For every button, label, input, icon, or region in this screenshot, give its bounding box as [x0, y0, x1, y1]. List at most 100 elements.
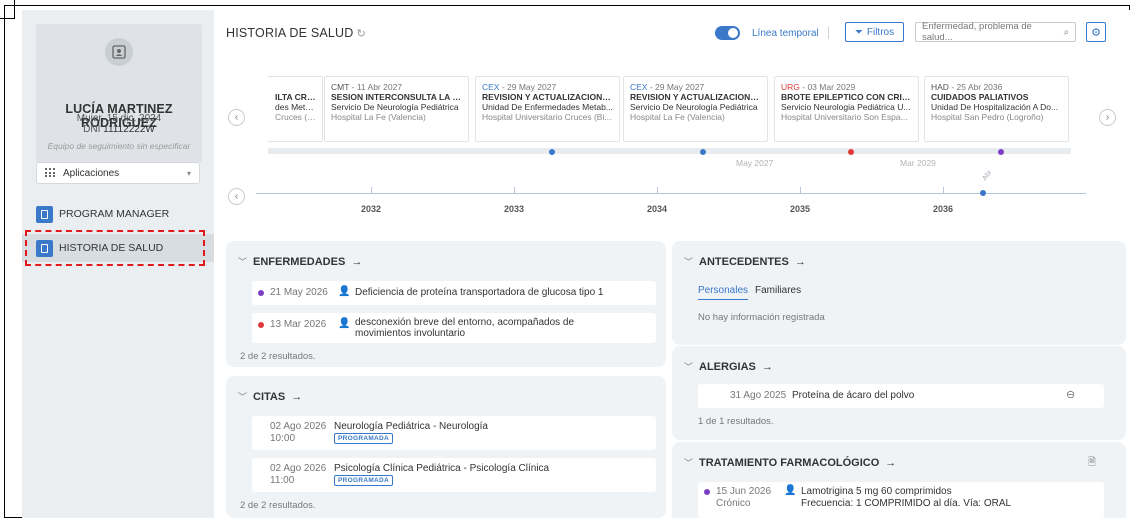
timeline-card[interactable]: ILTA CRUC... des Metab... Cruces (Bi... [268, 76, 323, 142]
card-code-type: HAD [931, 82, 949, 92]
minus-circle-icon[interactable]: ⊖ [1066, 388, 1075, 401]
search-input[interactable]: Enfermedad, problema de salud... ⌕ [915, 21, 1076, 43]
card-date: - 29 May 2027 [499, 82, 557, 92]
panel-title-text: TRATAMIENTO FARMACOLÓGICO [699, 456, 880, 469]
card-code [268, 82, 316, 92]
apps-dropdown-label: Aplicaciones [63, 167, 120, 179]
timeline-toggle[interactable] [715, 26, 740, 40]
card-code: CMT - 11 Abr 2027 [331, 82, 462, 92]
row-date: 15 Jun 2026 [716, 486, 772, 497]
arrow-right-icon: → [794, 255, 806, 268]
card-hospital: Cruces (Bi... [275, 112, 316, 122]
panel-title[interactable]: ﹀ ANTECEDENTES → [684, 255, 806, 268]
timeline-event-track [268, 148, 1071, 154]
timeline-card[interactable]: CMT - 11 Abr 2027 SESION INTERCONSULTA L… [324, 76, 469, 142]
person-icon: 👤 [338, 286, 351, 297]
status-dot [258, 322, 264, 328]
card-code-type: CEX [482, 82, 500, 92]
settings-button[interactable]: ⚙ [1086, 22, 1106, 42]
tab-personales[interactable]: Personales [698, 285, 749, 300]
person-icon: 👤 [338, 318, 351, 329]
card-service: des Metab... [275, 102, 316, 112]
row-text: Neurología Pediátrica - Neurología [334, 421, 488, 432]
event-dot[interactable] [998, 149, 1004, 155]
empty-message: No hay información registrada [698, 312, 825, 323]
card-code-type: CEX [630, 82, 648, 92]
list-item[interactable]: 15 Jun 2026 Crónico 👤 Lamotrigina 5 mg 6… [698, 482, 1104, 518]
timeline-card[interactable]: CEX - 29 May 2027 REVISION Y ACTUALIZACI… [623, 76, 768, 142]
chevron-left-icon: ‹ [234, 112, 239, 123]
timeline-toggle-label: Línea temporal [752, 28, 819, 39]
axis-event-dot[interactable] [980, 190, 986, 196]
card-date: - 25 Abr 2036 [948, 82, 1003, 92]
person-icon: 👤 [784, 485, 797, 496]
card-code-type: CMT [331, 82, 350, 92]
card-service: Servicio De Neurología Pediátrica [331, 102, 459, 112]
status-dot [258, 290, 264, 296]
id-badge-icon [112, 45, 126, 59]
card-title: CUIDADOS PALIATIVOS [931, 92, 1029, 102]
card-code: CEX - 29 May 2027 [482, 82, 613, 92]
event-dot[interactable] [848, 149, 854, 155]
row-text: Psicología Clínica Pediátrica - Psicolog… [334, 463, 550, 474]
panel-antecedentes: ﹀ ANTECEDENTES → Personales Familiares N… [672, 241, 1126, 345]
axis-tick [514, 187, 515, 193]
card-hospital: Hospital La Fe (Valencia) [331, 112, 426, 122]
arrow-right-icon: → [291, 390, 303, 403]
timeline-card[interactable]: URG - 03 Mar 2029 BROTE EPILEPTICO CON C… [774, 76, 919, 142]
card-hospital: Hospital Universitario Son Espa... [781, 112, 908, 122]
chevron-down-icon: ﹀ [238, 257, 248, 267]
arrow-right-icon: → [351, 255, 363, 268]
filter-icon: ⏷ [854, 26, 863, 38]
axis-year-label: 2033 [503, 204, 525, 214]
row-date: 13 Mar 2026 [270, 319, 327, 330]
tab-familiares[interactable]: Familiares [755, 285, 801, 296]
grid-icon [45, 168, 55, 178]
event-dot[interactable] [700, 149, 706, 155]
filters-button-label: Filtros [866, 26, 895, 38]
list-item[interactable]: 02 Ago 2026 11:00 Psicología Clínica Ped… [252, 458, 656, 492]
document-icon[interactable]: 🗎 [1088, 455, 1096, 472]
event-dot[interactable] [549, 149, 555, 155]
refresh-icon[interactable]: ↻ [357, 28, 366, 40]
apps-dropdown[interactable]: Aplicaciones ▾ [36, 162, 200, 184]
results-count: 2 de 2 resultados. [240, 500, 316, 511]
axis-prev-button[interactable]: ‹ [228, 188, 245, 205]
list-item[interactable]: 31 Ago 2025 Proteína de ácaro del polvo … [698, 384, 1104, 408]
card-hospital: Hospital Universitario Cruces (Bi... [482, 112, 612, 122]
patient-gender-dob: Mujer, 15 dic. 2024 [76, 113, 162, 124]
sidebar-item-program-manager[interactable]: PROGRAM MANAGER [22, 200, 214, 228]
card-service: Servicio Neurologia Pediátrica U... [781, 102, 911, 112]
panel-title[interactable]: ﹀ CITAS → [238, 390, 302, 403]
card-hospital: Hospital San Pedro (Logroño) [931, 112, 1044, 122]
arrow-right-icon: → [885, 456, 897, 469]
page-title-text: HISTORIA DE SALUD [226, 26, 354, 40]
panel-title-text: ANTECEDENTES [699, 255, 789, 268]
chevron-down-icon: ﹀ [684, 458, 694, 468]
sidebar-item-historia-de-salud[interactable]: HISTORIA DE SALUD [22, 234, 214, 262]
card-hospital: Hospital La Fe (Valencia) [630, 112, 725, 122]
list-item[interactable]: 21 May 2026 👤 Deficiencia de proteína tr… [252, 281, 656, 305]
axis-tick [943, 187, 944, 193]
row-text: Proteína de ácaro del polvo [792, 390, 915, 401]
card-date: - 29 May 2027 [647, 82, 705, 92]
row-sub: Crónico [716, 498, 751, 509]
panel-title[interactable]: ﹀ ENFERMEDADES → [238, 255, 362, 268]
list-item[interactable]: 13 Mar 2026 👤 desconexión breve del ento… [252, 313, 656, 343]
card-service: Servicio De Neurología Pediátrica [630, 102, 758, 112]
filters-button[interactable]: ⏷ Filtros [845, 22, 904, 42]
axis-year-label: 2035 [789, 204, 811, 214]
patient-avatar [105, 38, 133, 66]
panel-title[interactable]: ﹀ TRATAMIENTO FARMACOLÓGICO → [684, 456, 896, 469]
list-item[interactable]: 02 Ago 2026 10:00 Neurología Pediátrica … [252, 416, 656, 450]
timeline-next-button[interactable]: › [1099, 109, 1116, 126]
row-detail: Frecuencia: 1 COMPRIMIDO al día. Vía: OR… [801, 498, 1012, 509]
card-code: HAD - 25 Abr 2036 [931, 82, 1062, 92]
panel-title[interactable]: ﹀ ALERGIAS → [684, 360, 773, 373]
timeline-prev-button[interactable]: ‹ [228, 109, 245, 126]
axis-tick [800, 187, 801, 193]
timeline-cards: ILTA CRUC... des Metab... Cruces (Bi... … [268, 76, 1078, 142]
timeline-card[interactable]: CEX - 29 May 2027 REVISION Y ACTUALIZACI… [475, 76, 620, 142]
row-date: 31 Ago 2025 [730, 390, 787, 401]
timeline-card[interactable]: HAD - 25 Abr 2036 CUIDADOS PALIATIVOS Un… [924, 76, 1069, 142]
